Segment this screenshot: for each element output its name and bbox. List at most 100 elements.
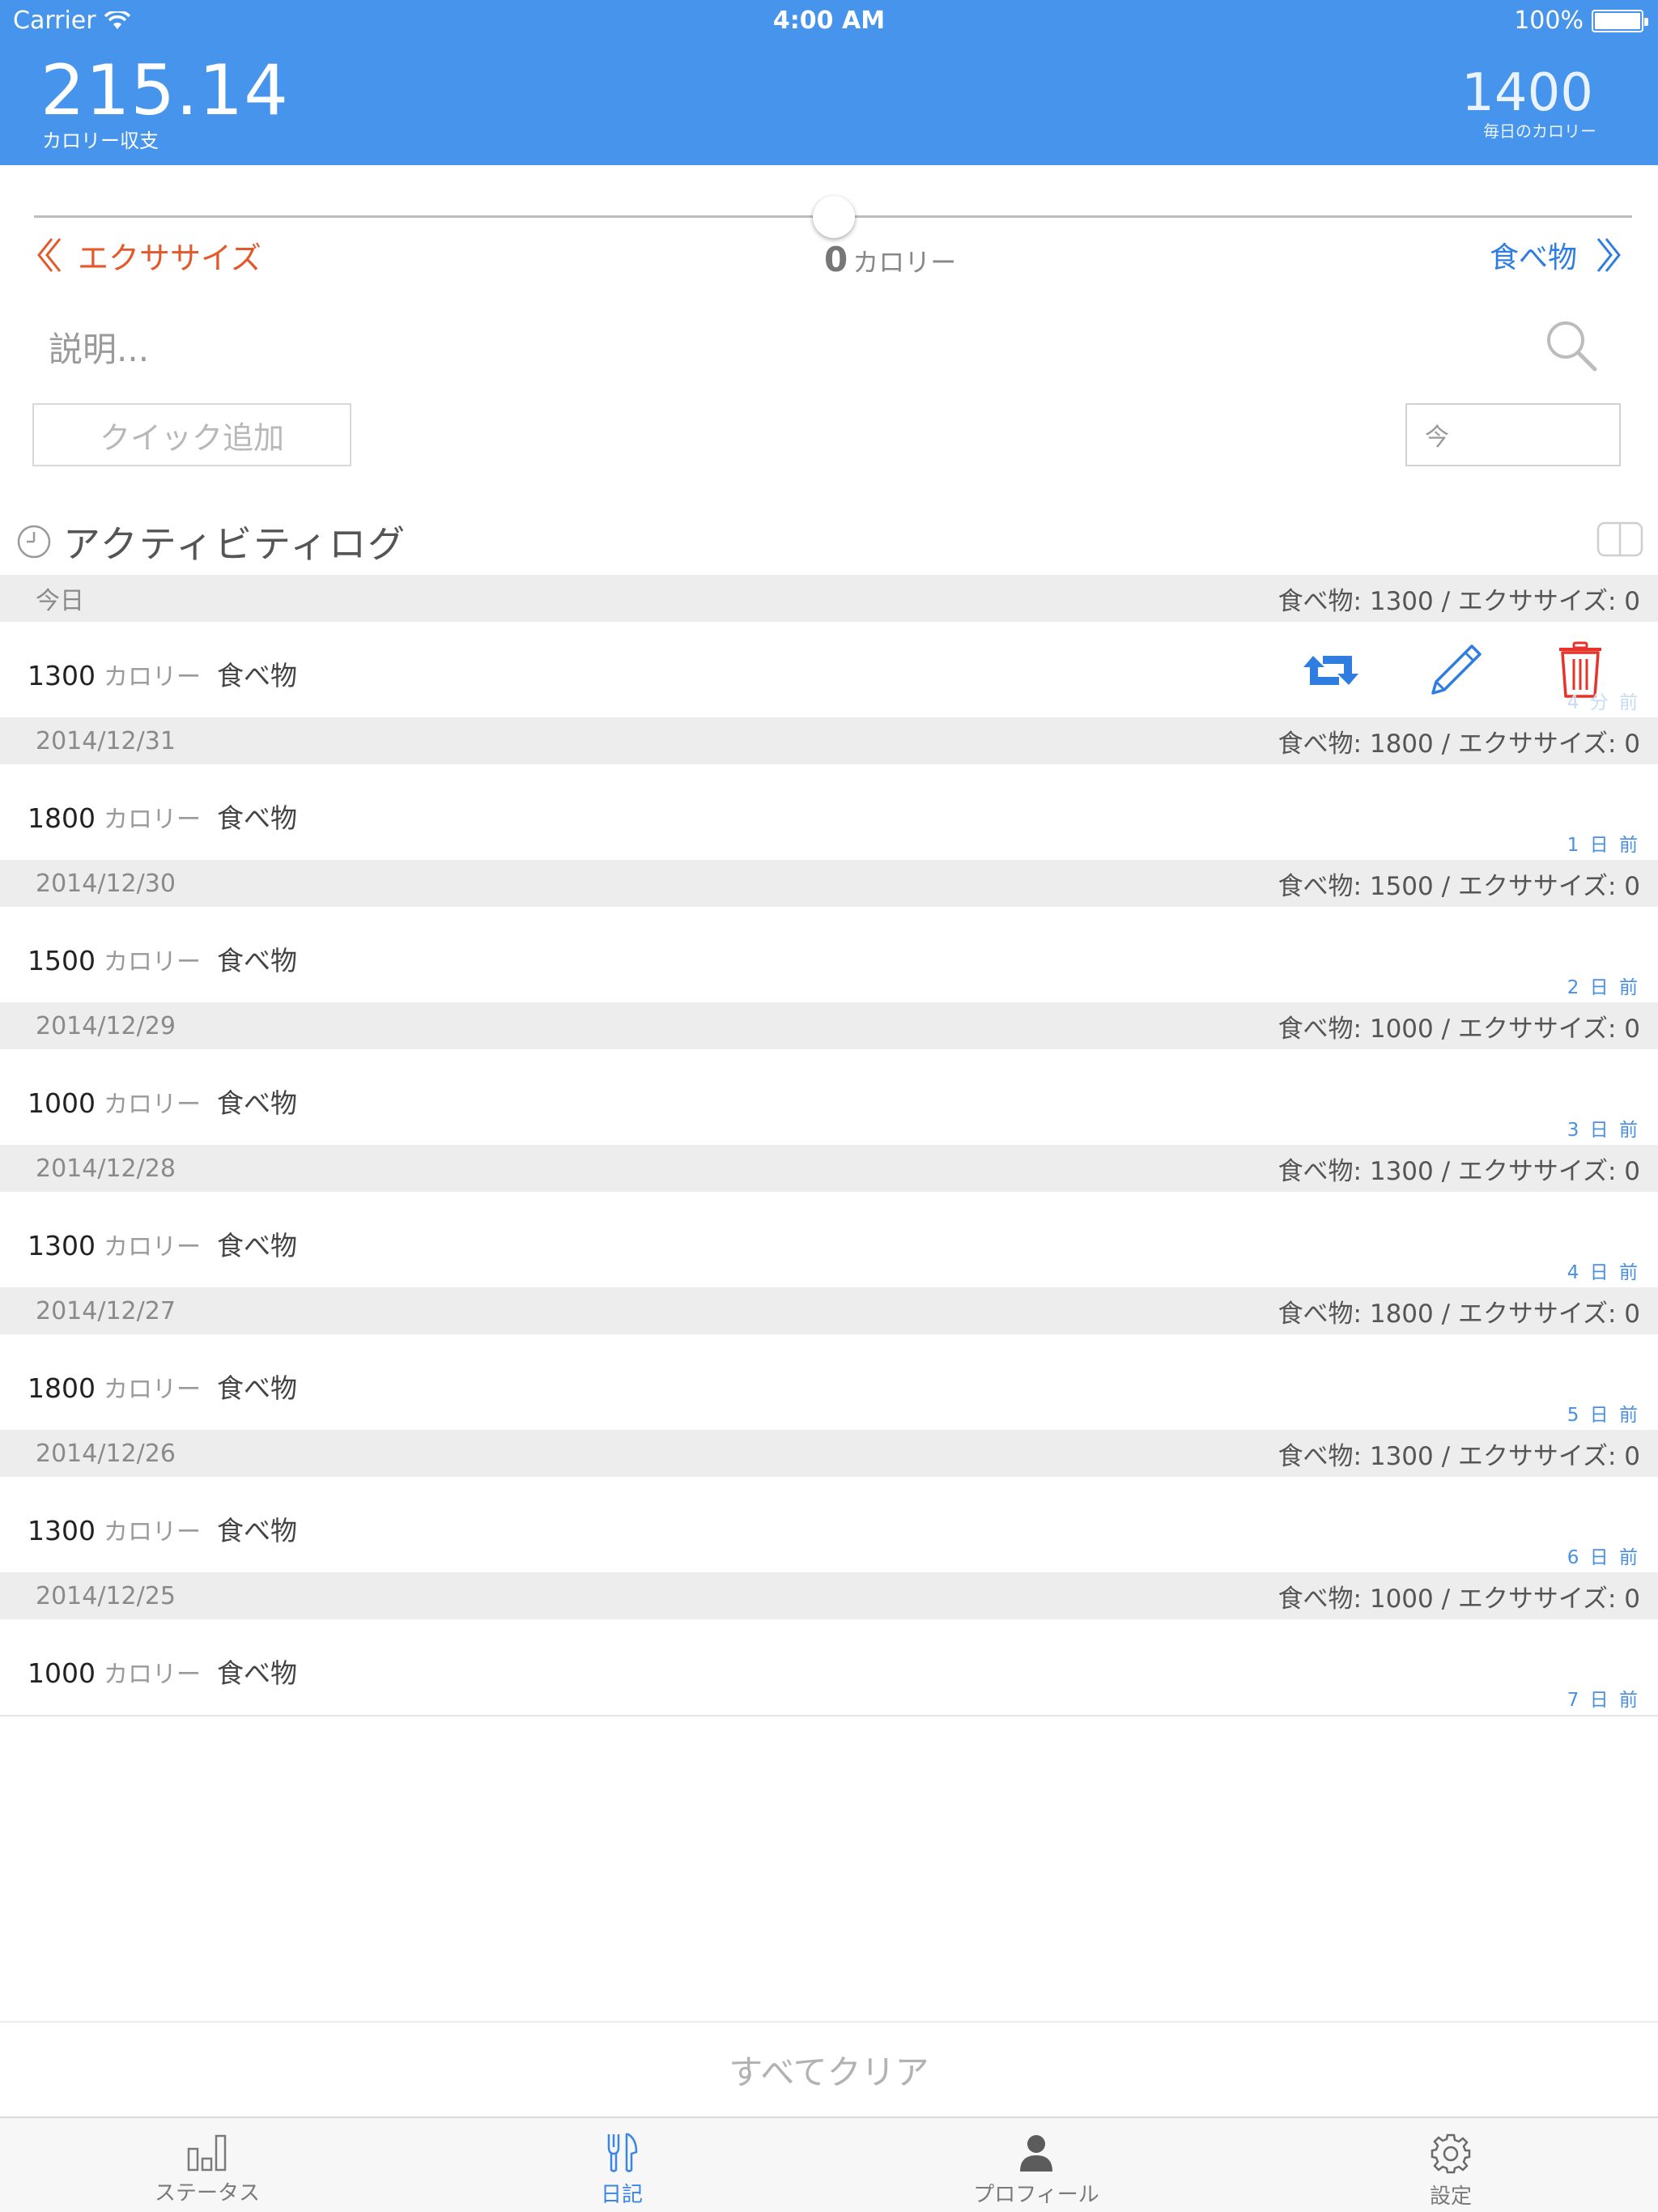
exercise-label: エクササイズ: [78, 240, 261, 276]
book-icon: [1596, 521, 1643, 557]
day-summary: 食べ物: 1000 / エクササイズ: 0: [1278, 1014, 1640, 1044]
exercise-button[interactable]: エクササイズ: [34, 235, 261, 276]
calorie-balance-label: カロリー収支: [42, 130, 159, 152]
slider-calorie-value: 0: [824, 240, 848, 279]
chevron-right-icon: [1596, 238, 1621, 272]
entry-time-ago: 7 日 前: [1567, 1690, 1640, 1711]
entry-unit: カロリー: [103, 1376, 201, 1404]
day-summary: 食べ物: 1300 / エクササイズ: 0: [1278, 586, 1640, 616]
calorie-balance-value: 215.14: [40, 50, 289, 131]
log-entry[interactable]: 1800 カロリー 食べ物 1 日 前: [0, 764, 1658, 860]
battery-percent: 100%: [1514, 6, 1584, 35]
entry-time-ago: 1 日 前: [1567, 835, 1640, 856]
clear-all-button[interactable]: すべてクリア: [0, 2045, 1658, 2095]
entry-content: 1000 カロリー 食べ物: [28, 1652, 297, 1691]
activity-log-header: アクティビティログ: [16, 515, 406, 568]
entry-calories: 1000: [28, 1087, 96, 1119]
search-icon: [1547, 321, 1597, 372]
day-summary: 食べ物: 1000 / エクササイズ: 0: [1278, 1584, 1640, 1614]
entry-time-ago: 5 日 前: [1567, 1405, 1640, 1426]
entry-calories: 1300: [28, 660, 96, 691]
log-entry[interactable]: 1000 カロリー 食べ物 7 日 前: [0, 1619, 1658, 1715]
entry-content: 1300 カロリー 食べ物: [28, 1509, 297, 1548]
tab-profile[interactable]: プロフィール: [829, 2118, 1244, 2212]
entry-unit: カロリー: [103, 948, 201, 976]
day-summary: 食べ物: 1300 / エクササイズ: 0: [1278, 1441, 1640, 1471]
person-icon: [1020, 2135, 1052, 2172]
entry-content: 1300 カロリー 食べ物: [28, 654, 297, 693]
log-entry[interactable]: 1800 カロリー 食べ物 5 日 前: [0, 1334, 1658, 1430]
entry-type: 食べ物: [216, 945, 297, 976]
search-button[interactable]: [1543, 317, 1600, 374]
entry-content: 1300 カロリー 食べ物: [28, 1224, 297, 1263]
entry-content: 1500 カロリー 食べ物: [28, 939, 297, 978]
day-date: 2014/12/31: [36, 726, 176, 755]
day-header: 2014/12/29 食べ物: 1000 / エクササイズ: 0: [0, 1002, 1658, 1049]
day-date: 2014/12/28: [36, 1154, 176, 1183]
bar-chart-icon: [187, 2134, 227, 2172]
log-entry[interactable]: 1300 カロリー 食べ物 4 分 前: [0, 622, 1658, 717]
entry-type: 食べ物: [216, 1230, 297, 1261]
log-entry[interactable]: 1000 カロリー 食べ物 3 日 前: [0, 1049, 1658, 1145]
day-summary: 食べ物: 1800 / エクササイズ: 0: [1278, 729, 1640, 759]
description-search-input[interactable]: [49, 321, 1506, 377]
log-entry[interactable]: 1300 カロリー 食べ物 4 日 前: [0, 1192, 1658, 1287]
clear-divider: [0, 2021, 1658, 2023]
slider-calorie-unit: カロリー: [852, 247, 957, 278]
day-header: 2014/12/28 食べ物: 1300 / エクササイズ: 0: [0, 1145, 1658, 1192]
day-date: 今日: [36, 587, 84, 615]
day-summary: 食べ物: 1800 / エクササイズ: 0: [1278, 1299, 1640, 1329]
tab-status[interactable]: ステータス: [0, 2118, 414, 2212]
entry-content: 1800 カロリー 食べ物: [28, 1367, 297, 1406]
activity-log-title: アクティビティログ: [63, 522, 407, 566]
entry-unit: カロリー: [103, 806, 201, 834]
chevron-left-icon: [37, 238, 62, 272]
entry-time-ago: 3 日 前: [1567, 1120, 1640, 1141]
tab-label: 日記: [600, 2183, 643, 2207]
entry-calories: 1300: [28, 1230, 96, 1261]
entry-time-ago: 2 日 前: [1567, 977, 1640, 998]
day-date: 2014/12/27: [36, 1296, 176, 1325]
utensils-icon: [607, 2133, 638, 2172]
header-bar: Carrier 4:00 AM 100% 215.14 カロリー収支 1400 …: [0, 0, 1658, 165]
log-entry[interactable]: 1300 カロリー 食べ物 6 日 前: [0, 1477, 1658, 1572]
day-summary: 食べ物: 1300 / エクササイズ: 0: [1278, 1156, 1640, 1186]
clock-icon: [17, 525, 51, 559]
entry-unit: カロリー: [103, 663, 201, 691]
battery-indicator: 100%: [1514, 6, 1648, 35]
entry-calories: 1500: [28, 945, 96, 976]
day-date: 2014/12/30: [36, 869, 176, 898]
day-summary: 食べ物: 1500 / エクササイズ: 0: [1278, 871, 1640, 901]
food-button[interactable]: 食べ物: [1490, 235, 1624, 275]
battery-icon: [1592, 9, 1648, 32]
tab-settings[interactable]: 設定: [1244, 2118, 1658, 2212]
entry-type: 食べ物: [216, 1087, 297, 1119]
entry-time-ago: 4 日 前: [1567, 1262, 1640, 1283]
entry-time-ago: 6 日 前: [1567, 1547, 1640, 1568]
day-header: 2014/12/25 食べ物: 1000 / エクササイズ: 0: [0, 1572, 1658, 1619]
book-view-button[interactable]: [1596, 521, 1643, 560]
entry-unit: カロリー: [103, 1091, 201, 1119]
log-entry[interactable]: 1500 カロリー 食べ物 2 日 前: [0, 907, 1658, 1002]
day-date: 2014/12/25: [36, 1581, 176, 1610]
entry-type: 食べ物: [216, 660, 297, 691]
food-label: 食べ物: [1489, 241, 1577, 274]
entry-type: 食べ物: [216, 1372, 297, 1404]
status-time: 4:00 AM: [772, 6, 886, 35]
repeat-button[interactable]: [1302, 641, 1360, 700]
tab-diary[interactable]: 日記: [414, 2118, 829, 2212]
entry-unit: カロリー: [103, 1233, 201, 1261]
day-date: 2014/12/26: [36, 1439, 176, 1468]
time-field[interactable]: 今: [1405, 403, 1621, 466]
edit-button[interactable]: [1426, 641, 1485, 700]
entry-content: 1800 カロリー 食べ物: [28, 797, 297, 836]
slider-calorie-readout: 0 カロリー: [824, 240, 956, 279]
entry-calories: 1800: [28, 1372, 96, 1404]
tab-bar: ステータス 日記 プロフィール 設定: [0, 2116, 1658, 2212]
day-header: 2014/12/26 食べ物: 1300 / エクササイズ: 0: [0, 1430, 1658, 1477]
entry-calories: 1000: [28, 1657, 96, 1689]
quick-add-button[interactable]: クイック追加: [32, 403, 351, 466]
entry-calories: 1800: [28, 802, 96, 834]
calorie-slider-thumb[interactable]: [813, 196, 855, 238]
entry-unit: カロリー: [103, 1661, 201, 1689]
